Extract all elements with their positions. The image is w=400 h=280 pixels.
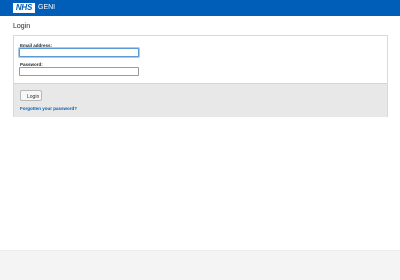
forgot-password-link[interactable]: Forgotten your password? — [20, 106, 77, 111]
app-name: GENI — [38, 4, 56, 11]
page-title: Login — [13, 23, 31, 30]
login-form: Email address: Password: Login Forgotten… — [13, 35, 388, 117]
login-button[interactable]: Login — [20, 90, 42, 101]
form-actions-section: Login Forgotten your password? — [14, 83, 387, 117]
form-fields-section: Email address: Password: — [14, 36, 387, 83]
app-header: NHS GENI — [0, 0, 400, 16]
nhs-logo[interactable]: NHS — [13, 3, 35, 13]
password-field[interactable] — [19, 67, 139, 76]
page-footer — [0, 250, 400, 280]
email-field[interactable] — [19, 48, 139, 57]
